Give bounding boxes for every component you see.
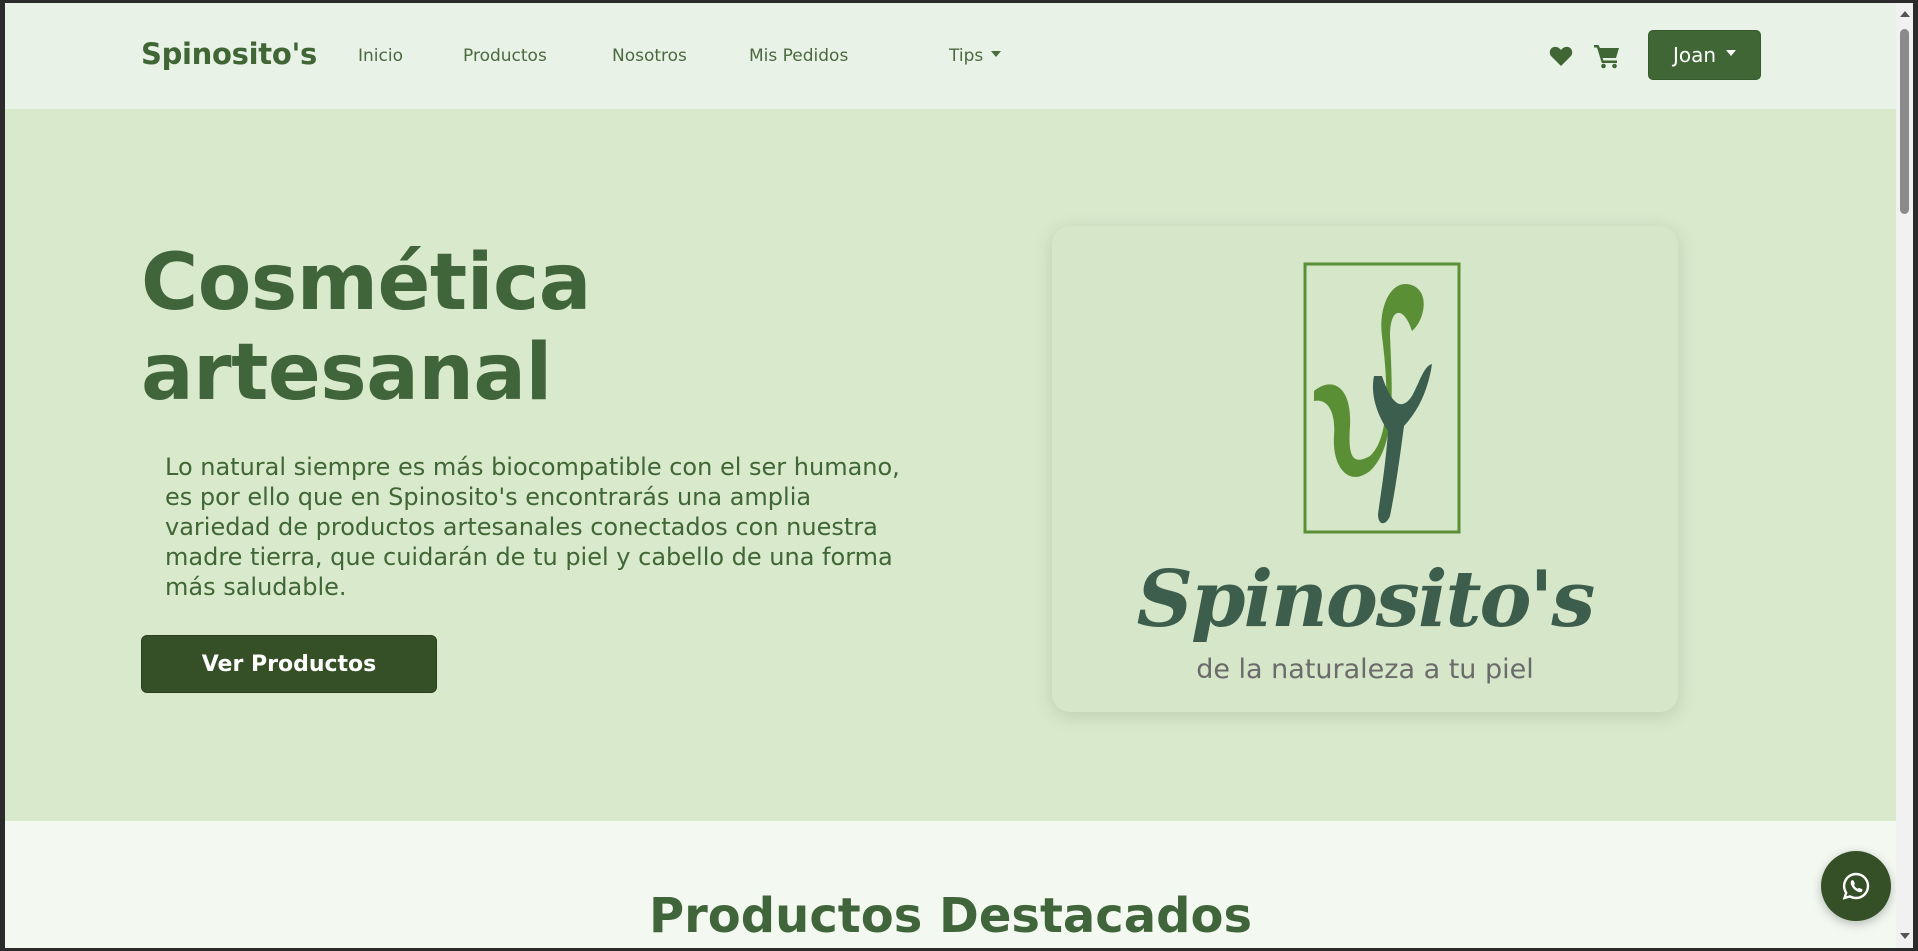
page-scrollbar[interactable] xyxy=(1896,3,1913,948)
user-name: Joan xyxy=(1672,43,1717,67)
nav-link-nosotros[interactable]: Nosotros xyxy=(612,46,687,66)
svg-text:Spinosito's: Spinosito's xyxy=(1137,554,1595,645)
cart-button[interactable] xyxy=(1592,41,1622,71)
nav-link-mis-pedidos[interactable]: Mis Pedidos xyxy=(749,46,848,66)
favorites-button[interactable] xyxy=(1546,41,1576,71)
featured-products-title: Productos Destacados xyxy=(648,888,1253,944)
nav-link-inicio[interactable]: Inicio xyxy=(358,46,403,66)
spinositos-logo: Spinosito's xyxy=(1137,262,1596,645)
ver-productos-button[interactable]: Ver Productos xyxy=(141,635,437,693)
logo-card: Spinosito's de la naturaleza a tu piel xyxy=(1052,226,1678,712)
user-menu-button[interactable]: Joan xyxy=(1648,30,1761,80)
page-viewport: Spinosito's Inicio Productos Nosotros Mi… xyxy=(5,3,1896,948)
navbar: Spinosito's Inicio Productos Nosotros Mi… xyxy=(5,3,1896,109)
nav-link-productos[interactable]: Productos xyxy=(463,46,547,66)
cart-icon xyxy=(1594,45,1619,69)
logo-tagline: de la naturaleza a tu piel xyxy=(1196,654,1534,685)
brand-link[interactable]: Spinosito's xyxy=(141,37,317,71)
nav-dropdown-tips[interactable]: Tips xyxy=(949,46,1002,66)
hero-section: Cosmética artesanal Lo natural siempre e… xyxy=(5,109,1896,821)
scrollbar-thumb[interactable] xyxy=(1900,29,1909,214)
hero-description: Lo natural siempre es más biocompatible … xyxy=(165,453,900,601)
hero-title: Cosmética artesanal xyxy=(141,238,591,418)
chevron-down-icon xyxy=(991,51,1002,57)
whatsapp-button[interactable] xyxy=(1821,851,1891,921)
scroll-down-icon[interactable] xyxy=(1900,933,1910,939)
tips-label: Tips xyxy=(949,46,984,66)
scroll-up-icon[interactable] xyxy=(1900,11,1910,17)
chevron-down-icon xyxy=(1726,50,1737,56)
whatsapp-icon xyxy=(1842,872,1870,900)
heart-icon xyxy=(1549,46,1573,66)
